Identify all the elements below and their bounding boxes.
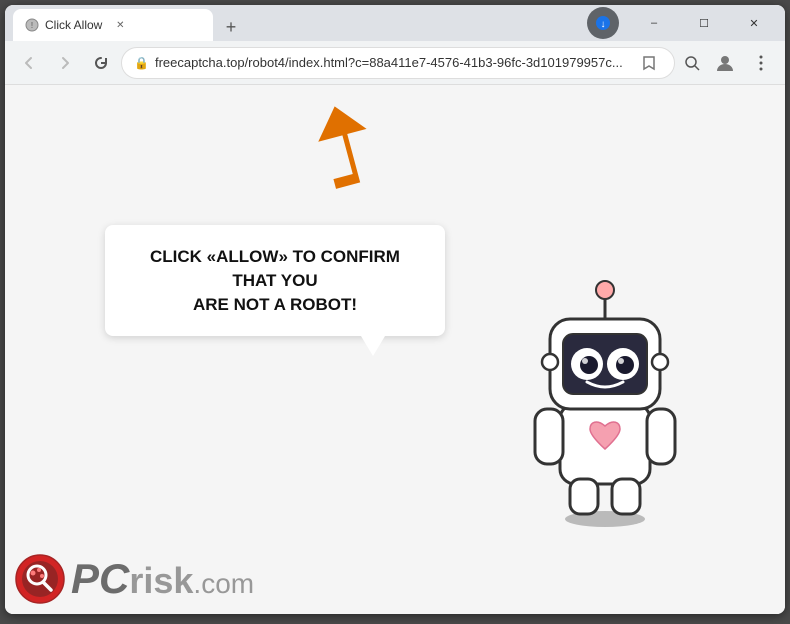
tab-title: Click Allow — [45, 18, 102, 32]
address-icons — [636, 50, 662, 76]
new-tab-button[interactable]: + — [217, 13, 245, 41]
tab-close-button[interactable]: ✕ — [112, 17, 128, 33]
pcrisk-logo-icon — [15, 554, 65, 604]
browser-window: ! Click Allow ✕ + ↓ – ☐ ✕ — [5, 5, 785, 614]
tab-bar: ! Click Allow ✕ + — [13, 5, 587, 41]
address-bar[interactable]: 🔒 freecaptcha.top/robot4/index.html?c=88… — [121, 47, 675, 79]
active-tab[interactable]: ! Click Allow ✕ — [13, 9, 213, 41]
pcrisk-brand-text: PCrisk.com — [71, 558, 254, 600]
back-button[interactable] — [13, 47, 45, 79]
speech-bubble: CLICK «ALLOW» TO CONFIRM THAT YOU ARE NO… — [105, 225, 445, 336]
robot-character — [505, 274, 705, 514]
svg-text:↓: ↓ — [601, 19, 606, 30]
tab-favicon: ! — [25, 18, 39, 32]
menu-button[interactable] — [745, 47, 777, 79]
maximize-button[interactable]: ☐ — [681, 5, 727, 41]
title-bar: ! Click Allow ✕ + ↓ – ☐ ✕ — [5, 5, 785, 41]
minimize-button[interactable]: – — [631, 5, 677, 41]
svg-text:!: ! — [31, 21, 33, 30]
search-icon-btn[interactable] — [679, 50, 705, 76]
window-controls: ↓ – ☐ ✕ — [587, 5, 777, 41]
reload-button[interactable] — [85, 47, 117, 79]
forward-button[interactable] — [49, 47, 81, 79]
close-button[interactable]: ✕ — [731, 5, 777, 41]
profile-button[interactable] — [709, 47, 741, 79]
url-text: freecaptcha.top/robot4/index.html?c=88a4… — [155, 55, 630, 70]
bookmark-icon[interactable] — [636, 50, 662, 76]
pcrisk-watermark: PCrisk.com — [15, 554, 254, 604]
lock-icon: 🔒 — [134, 56, 149, 70]
bubble-text: CLICK «ALLOW» TO CONFIRM THAT YOU ARE NO… — [129, 245, 421, 316]
navigation-bar: 🔒 freecaptcha.top/robot4/index.html?c=88… — [5, 41, 785, 85]
profile-extension-icon[interactable]: ↓ — [587, 7, 619, 39]
page-content: CLICK «ALLOW» TO CONFIRM THAT YOU ARE NO… — [5, 85, 785, 614]
